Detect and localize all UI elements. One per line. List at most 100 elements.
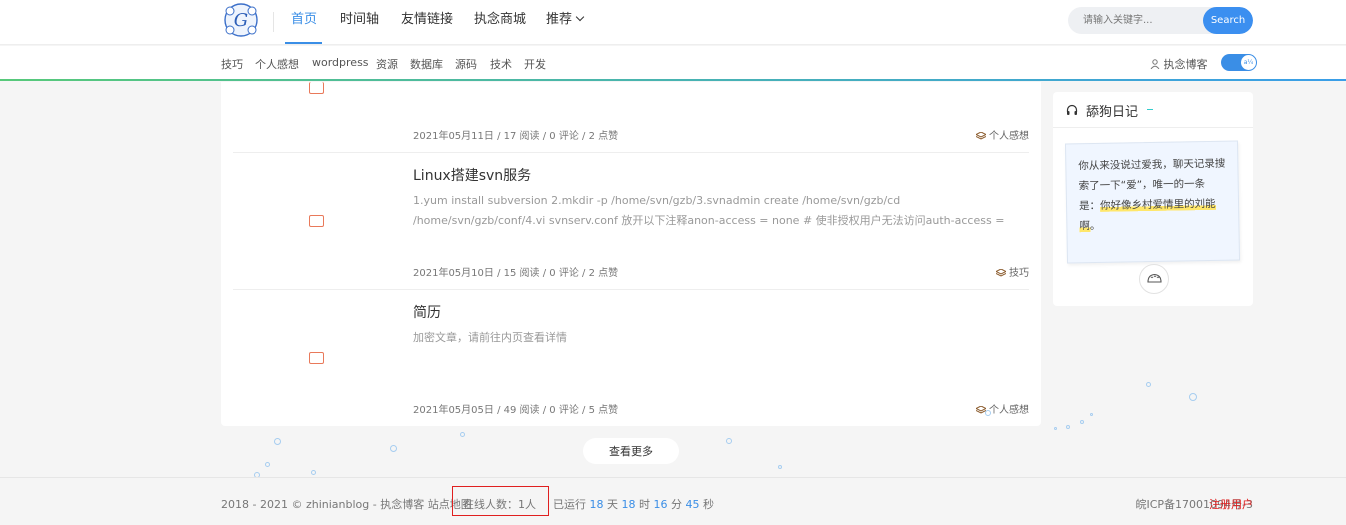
nav-timeline[interactable]: 时间轴 [340, 0, 379, 45]
decor-bubble [1054, 427, 1057, 430]
decor-bubble [1066, 425, 1070, 429]
register-link[interactable]: 注册用户 [1209, 496, 1253, 512]
post-meta: 2021年05月10日 / 15 阅读 / 0 评论 / 2 点赞 [413, 268, 619, 279]
top-navbar: G 首页 时间轴 友情链接 执念商城 推荐 Search [0, 0, 1346, 45]
post-likes: 2 点赞 [588, 268, 619, 279]
post-list: 2021年05月11日 / 17 阅读 / 0 评论 / 2 点赞 个人感想 L… [221, 82, 1041, 426]
note-end: 。 [1089, 219, 1101, 233]
nav-recommend[interactable]: 推荐 [546, 0, 585, 45]
broken-image-icon [309, 215, 324, 227]
online-count: 在线人数：1人 [463, 498, 536, 511]
sidebar-widget: 舔狗日记 你从来没说过爱我，聊天记录搜索了一下“爱”，唯一的一条是：你好像乡村爱… [1053, 92, 1253, 306]
category-link[interactable]: 资源 [376, 56, 398, 72]
user-name: 执念博客 [1163, 58, 1208, 71]
widget-title: 舔狗日记 [1086, 105, 1139, 120]
broken-image-icon [309, 82, 324, 94]
site-logo[interactable]: G [221, 0, 261, 40]
post-meta: 2021年05月11日 / 17 阅读 / 0 评论 / 2 点赞 [413, 131, 619, 142]
widget-header: 舔狗日记 [1053, 92, 1253, 128]
title-accent [1147, 109, 1153, 110]
post-likes: 5 点赞 [588, 405, 619, 416]
decor-bubble [265, 462, 270, 467]
user-link[interactable]: 执念博客 [1150, 56, 1208, 72]
decor-bubble [778, 465, 782, 469]
load-more-button[interactable]: 查看更多 [583, 438, 679, 464]
uptime-days: 18 [589, 498, 604, 511]
post-thumbnail[interactable] [233, 290, 399, 414]
post-thumbnail[interactable] [233, 82, 399, 152]
post-category-label: 个人感想 [989, 405, 1029, 416]
decor-bubble [1189, 393, 1197, 401]
category-link[interactable]: 技术 [490, 56, 512, 72]
post-reads: 15 阅读 [503, 268, 540, 279]
uptime-label: 已运行 [553, 498, 586, 511]
nav-home[interactable]: 首页 [291, 0, 317, 45]
category-link[interactable]: 个人感想 [255, 56, 299, 72]
decor-bubble [1146, 382, 1151, 387]
post-item[interactable]: Linux搭建svn服务 1.yum install subversion 2.… [233, 153, 1029, 289]
uptime-minutes: 16 [653, 498, 668, 511]
post-category[interactable]: 个人感想 [976, 401, 1029, 416]
layers-icon [976, 132, 986, 140]
layers-icon [996, 269, 1006, 277]
nav-shop[interactable]: 执念商城 [474, 0, 526, 45]
nav-friend-links[interactable]: 友情链接 [401, 0, 453, 45]
uptime-hours-unit: 时 [639, 498, 650, 511]
svg-text:G: G [234, 10, 248, 31]
category-link[interactable]: 数据库 [410, 56, 443, 72]
post-date: 2021年05月11日 [413, 131, 494, 142]
post-category[interactable]: 技巧 [996, 264, 1029, 279]
search-button[interactable]: Search [1203, 7, 1253, 34]
user-icon [1150, 59, 1160, 70]
post-meta: 2021年05月05日 / 49 阅读 / 0 评论 / 5 点赞 [413, 405, 619, 416]
post-comments: 0 评论 [549, 405, 579, 416]
post-category-label: 个人感想 [989, 131, 1029, 142]
search-box: Search [1068, 7, 1253, 34]
category-link[interactable]: 开发 [524, 56, 546, 72]
decor-bubble [390, 445, 397, 452]
footer-copyright: 2018 - 2021 © zhinianblog - 执念博客 站点地图 [221, 496, 472, 512]
post-date: 2021年05月05日 [413, 405, 494, 416]
nav-active-indicator [285, 42, 322, 44]
decor-bubble [985, 410, 991, 416]
post-comments: 0 评论 [549, 131, 579, 142]
post-reads: 17 阅读 [503, 131, 540, 142]
post-title[interactable]: Linux搭建svn服务 [413, 165, 531, 185]
chevron-down-icon [575, 12, 585, 22]
nav-recommend-label: 推荐 [546, 12, 573, 27]
post-excerpt: 1.yum install subversion 2.mkdir -p /hom… [413, 194, 1005, 227]
uptime: 已运行 18 天 18 时 16 分 45 秒 [553, 496, 714, 512]
decor-bubble [1080, 420, 1084, 424]
search-input[interactable] [1068, 7, 1204, 34]
logo-divider [273, 12, 274, 32]
decor-bubble [726, 438, 732, 444]
post-category[interactable]: 个人感想 [976, 127, 1029, 142]
category-bar-gradient-line [0, 79, 1346, 81]
post-likes: 2 点赞 [588, 131, 619, 142]
diary-note: 你从来没说过爱我，聊天记录搜索了一下“爱”，唯一的一条是：你好像乡村爱情里的刘能… [1064, 140, 1241, 264]
refresh-button[interactable] [1139, 264, 1169, 294]
decor-bubble [274, 438, 281, 445]
post-item[interactable]: 简历 加密文章，请前往内页查看详情 2021年05月05日 / 49 阅读 / … [233, 290, 1029, 426]
post-excerpt: 加密文章，请前往内页查看详情 [413, 331, 567, 344]
uptime-minutes-unit: 分 [671, 498, 682, 511]
theme-toggle[interactable]: a¼ [1221, 54, 1257, 71]
uptime-days-unit: 天 [607, 498, 618, 511]
decor-bubble [311, 470, 316, 475]
toggle-knob: a¼ [1241, 55, 1256, 70]
category-bar [0, 46, 1346, 81]
category-link[interactable]: 技巧 [221, 56, 243, 72]
dumpling-icon [1147, 273, 1162, 283]
uptime-seconds-unit: 秒 [703, 498, 714, 511]
uptime-seconds: 45 [685, 498, 700, 511]
post-title[interactable]: 简历 [413, 302, 441, 322]
post-comments: 0 评论 [549, 268, 579, 279]
post-category-label: 技巧 [1009, 268, 1029, 279]
post-thumbnail[interactable] [233, 153, 399, 277]
category-link[interactable]: 源码 [455, 56, 477, 72]
decor-bubble [460, 432, 465, 437]
headphones-icon [1066, 104, 1078, 115]
post-date: 2021年05月10日 [413, 268, 494, 279]
post-item[interactable]: 2021年05月11日 / 17 阅读 / 0 评论 / 2 点赞 个人感想 [233, 82, 1029, 152]
category-link[interactable]: wordpress [312, 56, 369, 69]
